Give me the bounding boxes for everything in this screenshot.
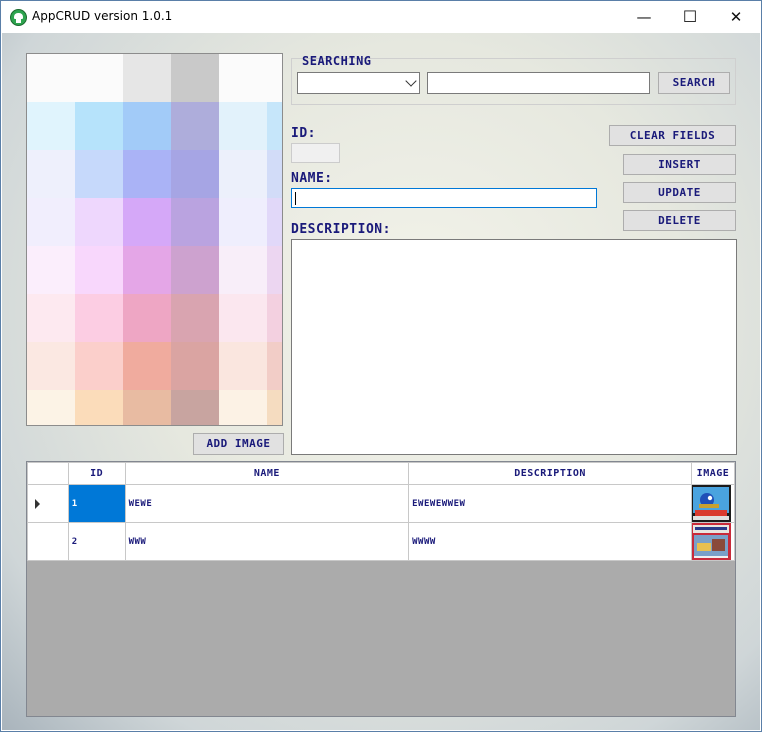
mosaic-cell (171, 102, 219, 150)
cell-description[interactable]: EWEWEWWEW (408, 484, 692, 523)
app-window: AppCRUD version 1.0.1 — ☐ ✕ ADD IMAGE SE… (0, 0, 762, 732)
id-field (291, 143, 340, 163)
mosaic-cell (267, 246, 282, 294)
mosaic-cell (123, 150, 171, 198)
cell-image[interactable] (690, 522, 735, 561)
mosaic-cell (267, 102, 282, 150)
records-table: ID NAME DESCRIPTION IMAGE 1 WEWE EWEWEWW… (27, 462, 735, 561)
mosaic-cell (75, 54, 123, 102)
search-input[interactable] (427, 72, 650, 94)
mosaic-cell (219, 54, 267, 102)
maximize-button[interactable]: ☐ (667, 1, 713, 33)
mosaic-cell (123, 54, 171, 102)
mosaic-cell (27, 150, 75, 198)
search-group-label: SEARCHING (302, 54, 372, 68)
mosaic-cell (27, 54, 75, 102)
mosaic-cell (27, 198, 75, 246)
row-header-corner[interactable] (27, 462, 69, 485)
cell-name[interactable]: WEWE (124, 484, 410, 523)
mosaic-cell (75, 342, 123, 390)
chevron-down-icon (405, 75, 417, 87)
column-header-image[interactable]: IMAGE (690, 462, 735, 485)
table-row[interactable]: 1 WEWE EWEWEWWEW (27, 484, 735, 523)
mosaic-cell (267, 54, 282, 102)
mosaic-cell (171, 198, 219, 246)
mosaic-cell (219, 198, 267, 246)
mosaic-cell (267, 198, 282, 246)
mosaic-cell (171, 390, 219, 425)
mosaic-cell (267, 294, 282, 342)
mosaic-cell (171, 54, 219, 102)
client-area: ADD IMAGE SEARCHING SEARCH ID: NAME: DES… (2, 33, 760, 730)
row-header[interactable] (27, 484, 69, 523)
mosaic-cell (27, 390, 75, 425)
search-field-combo[interactable] (297, 72, 420, 94)
mosaic-cell (75, 246, 123, 294)
column-header-id[interactable]: ID (67, 462, 126, 485)
mosaic-cell (75, 294, 123, 342)
mosaic-cell (27, 102, 75, 150)
mosaic-cell (267, 390, 282, 425)
window-title: AppCRUD version 1.0.1 (32, 9, 173, 23)
column-header-name[interactable]: NAME (124, 462, 410, 485)
game-cover-thumbnail (692, 485, 731, 522)
image-preview[interactable] (26, 53, 283, 426)
description-label: DESCRIPTION: (291, 222, 391, 237)
mosaic-cell (27, 342, 75, 390)
mosaic-cell (171, 294, 219, 342)
game-cover-thumbnail (692, 523, 731, 560)
mosaic-cell (219, 390, 267, 425)
add-image-button[interactable]: ADD IMAGE (193, 433, 284, 455)
mosaic-cell (75, 390, 123, 425)
mosaic-cell (27, 246, 75, 294)
clear-fields-button[interactable]: CLEAR FIELDS (609, 125, 736, 146)
insert-button[interactable]: INSERT (623, 154, 736, 175)
description-textarea[interactable] (291, 239, 737, 455)
mosaic-cell (123, 294, 171, 342)
app-mushroom-icon (10, 9, 27, 26)
cell-description[interactable]: WWWW (408, 522, 692, 561)
mosaic-cell (267, 342, 282, 390)
cell-name[interactable]: WWW (124, 522, 410, 561)
name-input[interactable] (291, 188, 597, 208)
mosaic-cell (267, 150, 282, 198)
mosaic-cell (123, 198, 171, 246)
row-header[interactable] (27, 522, 69, 561)
mosaic-cell (171, 342, 219, 390)
mosaic-cell (75, 150, 123, 198)
records-grid[interactable]: ID NAME DESCRIPTION IMAGE 1 WEWE EWEWEWW… (26, 461, 736, 717)
mosaic-cell (123, 246, 171, 294)
mosaic-cell (75, 198, 123, 246)
name-label: NAME: (291, 171, 333, 186)
mosaic-cell (171, 246, 219, 294)
close-button[interactable]: ✕ (713, 1, 759, 33)
id-label: ID: (291, 126, 316, 141)
mosaic-cell (219, 246, 267, 294)
title-bar[interactable]: AppCRUD version 1.0.1 — ☐ ✕ (1, 1, 761, 33)
mosaic-cell (219, 150, 267, 198)
delete-button[interactable]: DELETE (623, 210, 736, 231)
update-button[interactable]: UPDATE (623, 182, 736, 203)
table-row[interactable]: 2 WWW WWWW (27, 522, 735, 561)
minimize-button[interactable]: — (621, 1, 667, 33)
mosaic-cell (27, 294, 75, 342)
mosaic-cell (123, 102, 171, 150)
current-row-arrow-icon (35, 499, 40, 509)
cell-id[interactable]: 2 (67, 522, 126, 561)
mosaic-cell (219, 294, 267, 342)
image-mosaic (27, 54, 282, 425)
mosaic-cell (219, 102, 267, 150)
text-caret (295, 192, 296, 205)
cell-id[interactable]: 1 (67, 484, 126, 523)
column-header-description[interactable]: DESCRIPTION (408, 462, 692, 485)
mosaic-cell (171, 150, 219, 198)
search-button[interactable]: SEARCH (658, 72, 730, 94)
mosaic-cell (219, 342, 267, 390)
cell-image[interactable] (690, 484, 735, 523)
mosaic-cell (75, 102, 123, 150)
mosaic-cell (123, 342, 171, 390)
mosaic-cell (123, 390, 171, 425)
